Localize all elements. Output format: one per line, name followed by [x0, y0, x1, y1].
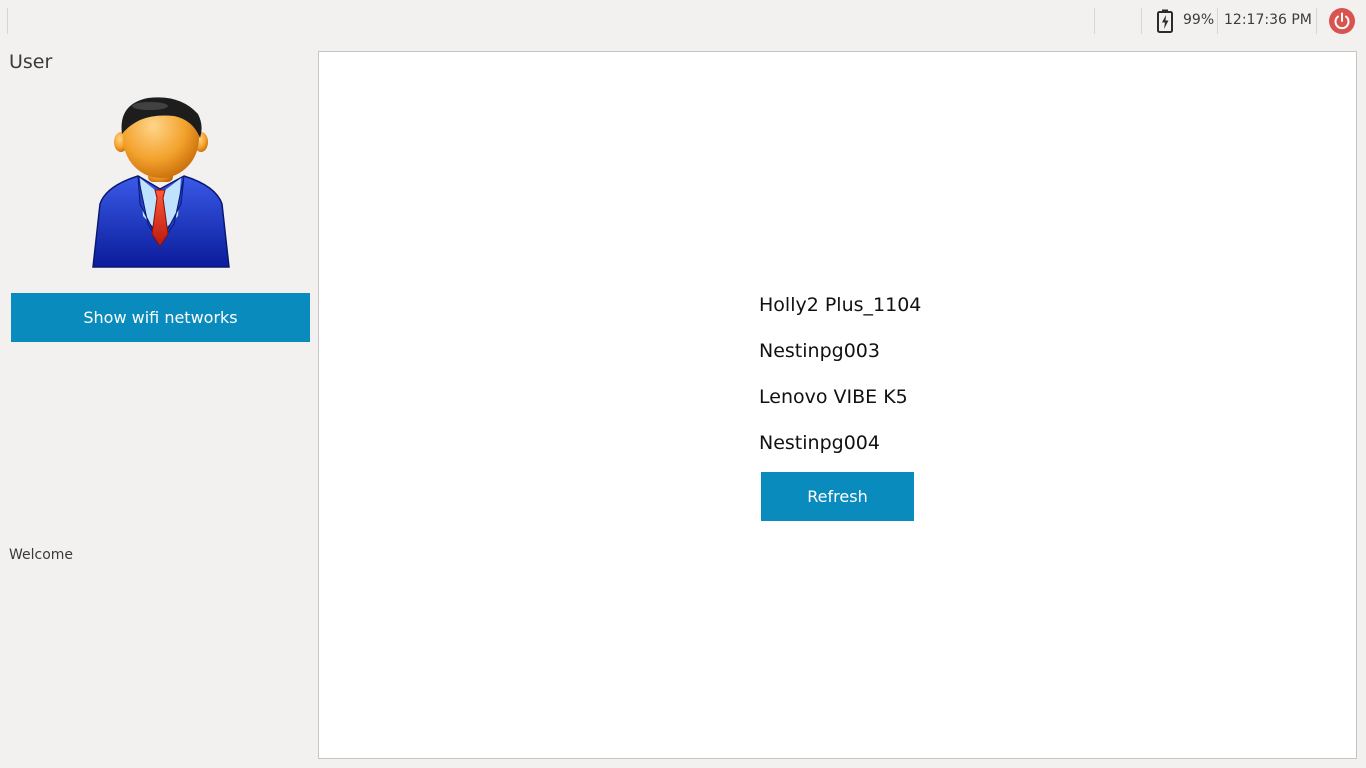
topbar-separator	[1316, 8, 1317, 34]
network-item[interactable]: Lenovo VIBE K5	[759, 384, 921, 430]
user-heading: User	[9, 51, 53, 73]
network-item[interactable]: Nestinpg004	[759, 430, 921, 476]
network-item[interactable]: Nestinpg003	[759, 338, 921, 384]
topbar-separator	[1217, 8, 1218, 34]
network-item[interactable]: Holly2 Plus_1104	[759, 292, 921, 338]
power-icon	[1334, 12, 1350, 30]
network-list: Holly2 Plus_1104 Nestinpg003 Lenovo VIBE…	[759, 292, 921, 476]
top-bar: 99% 12:17:36 PM	[0, 0, 1366, 42]
show-wifi-networks-button[interactable]: Show wifi networks	[11, 293, 310, 342]
power-button[interactable]	[1329, 8, 1355, 34]
sidebar: User Show wifi networks Welcome	[0, 42, 318, 768]
topbar-separator	[7, 8, 8, 34]
topbar-separator	[1094, 8, 1095, 34]
topbar-separator	[1141, 8, 1142, 34]
welcome-text: Welcome	[9, 547, 74, 563]
refresh-button[interactable]: Refresh	[761, 472, 914, 521]
wifi-networks-panel: Holly2 Plus_1104 Nestinpg003 Lenovo VIBE…	[318, 51, 1357, 759]
clock: 12:17:36 PM	[1224, 12, 1312, 28]
battery-charging-icon[interactable]	[1156, 9, 1174, 33]
businessman-avatar	[92, 97, 230, 268]
battery-percentage: 99%	[1183, 12, 1215, 28]
